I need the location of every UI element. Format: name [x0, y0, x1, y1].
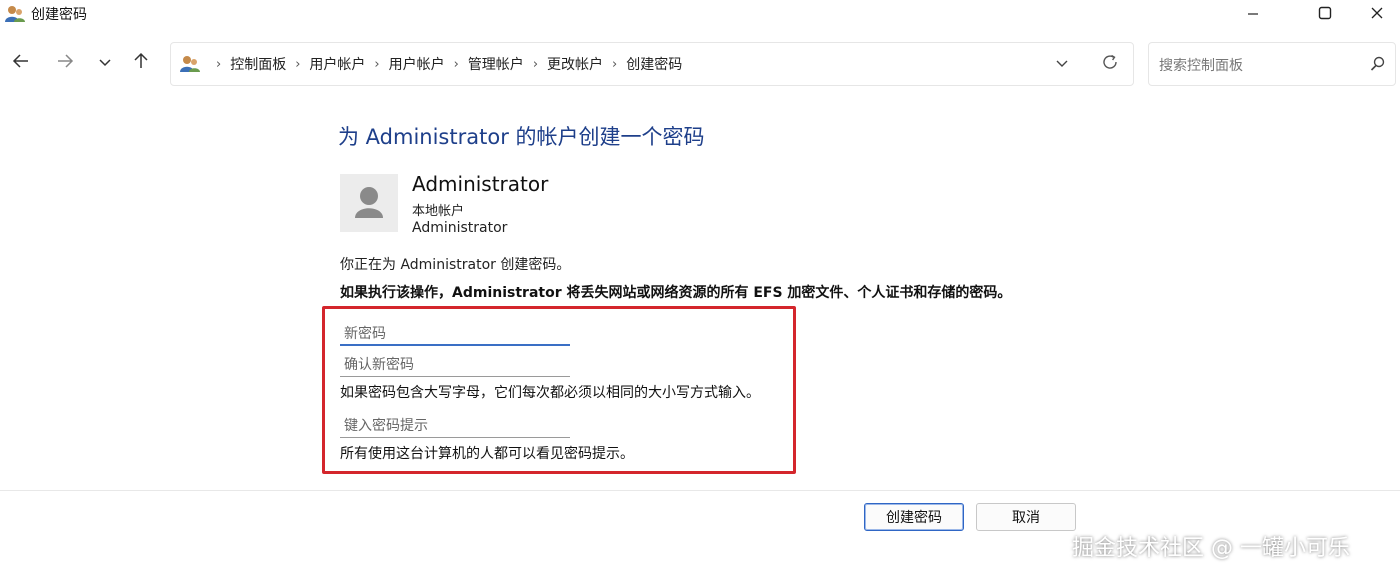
breadcrumb: › 控制面板 › 用户帐户 › 用户帐户 › 管理帐户 › 更改帐户 › 创建密…	[207, 43, 682, 85]
account-group: Administrator	[412, 220, 508, 236]
breadcrumb-user-accounts[interactable]: 用户帐户	[309, 54, 365, 74]
refresh-button[interactable]	[1099, 53, 1121, 75]
address-bar[interactable]: › 控制面板 › 用户帐户 › 用户帐户 › 管理帐户 › 更改帐户 › 创建密…	[170, 42, 1134, 86]
create-password-button[interactable]: 创建密码	[864, 503, 964, 531]
breadcrumb-separator: ›	[374, 56, 380, 72]
account-name: Administrator	[412, 172, 549, 196]
window-title: 创建密码	[31, 7, 87, 23]
title-bar: 创建密码	[0, 0, 1400, 30]
cancel-button[interactable]: 取消	[976, 503, 1076, 531]
breadcrumb-separator: ›	[216, 56, 222, 72]
arrow-up-icon	[132, 52, 150, 74]
breadcrumb-separator: ›	[612, 56, 618, 72]
hint-visibility-note: 所有使用这台计算机的人都可以看见密码提示。	[340, 446, 634, 462]
users-icon	[4, 3, 26, 25]
breadcrumb-separator: ›	[532, 56, 539, 72]
back-button[interactable]	[8, 50, 34, 76]
maximize-button[interactable]	[1302, 0, 1348, 28]
breadcrumb-separator: ›	[453, 56, 459, 72]
recent-locations-button[interactable]	[92, 50, 118, 76]
navigation-row: › 控制面板 › 用户帐户 › 用户帐户 › 管理帐户 › 更改帐户 › 创建密…	[0, 38, 1400, 88]
password-hint-placeholder: 键入密码提示	[344, 418, 428, 434]
breadcrumb-user-accounts-2[interactable]: 用户帐户	[389, 54, 445, 74]
arrow-left-icon	[12, 52, 30, 74]
info-text: 你正在为 Administrator 创建密码。	[340, 257, 571, 273]
new-password-placeholder: 新密码	[344, 326, 386, 342]
breadcrumb-manage-accounts[interactable]: 管理帐户	[468, 54, 524, 74]
search-icon[interactable]	[1369, 55, 1387, 73]
minimize-button[interactable]	[1230, 0, 1276, 28]
confirm-password-placeholder: 确认新密码	[344, 357, 414, 373]
breadcrumb-create-password[interactable]: 创建密码	[626, 54, 682, 74]
search-box[interactable]: 搜索控制面板	[1148, 42, 1396, 86]
address-history-button[interactable]	[1051, 53, 1073, 75]
breadcrumb-change-account[interactable]: 更改帐户	[547, 54, 603, 74]
footer-divider	[0, 490, 1400, 491]
user-avatar-icon	[340, 187, 398, 236]
password-hint-field[interactable]: 键入密码提示	[340, 412, 570, 438]
users-icon	[179, 53, 201, 75]
chevron-down-icon	[1055, 55, 1069, 74]
maximize-icon	[1318, 5, 1332, 24]
arrow-right-icon	[56, 52, 74, 74]
page-title: 为 Administrator 的帐户创建一个密码	[338, 125, 705, 149]
case-sensitivity-note: 如果密码包含大写字母，它们每次都必须以相同的大小写方式输入。	[340, 385, 760, 401]
breadcrumb-separator: ›	[295, 56, 301, 72]
close-icon	[1370, 5, 1384, 24]
close-button[interactable]	[1354, 0, 1400, 28]
up-button[interactable]	[128, 50, 154, 76]
breadcrumb-control-panel[interactable]: 控制面板	[230, 54, 286, 74]
watermark: 掘金技术社区 @ 一罐小可乐	[1072, 536, 1350, 561]
forward-button[interactable]	[52, 50, 78, 76]
confirm-password-field[interactable]: 确认新密码	[340, 351, 570, 377]
warning-text: 如果执行该操作，Administrator 将丢失网站或网络资源的所有 EFS …	[340, 285, 1012, 301]
new-password-field[interactable]: 新密码	[340, 320, 570, 346]
account-type: 本地帐户	[412, 204, 465, 219]
chevron-down-icon	[98, 54, 112, 73]
avatar	[340, 174, 398, 232]
search-input[interactable]: 搜索控制面板	[1159, 55, 1243, 75]
refresh-icon	[1101, 53, 1119, 75]
minimize-icon	[1247, 5, 1259, 24]
